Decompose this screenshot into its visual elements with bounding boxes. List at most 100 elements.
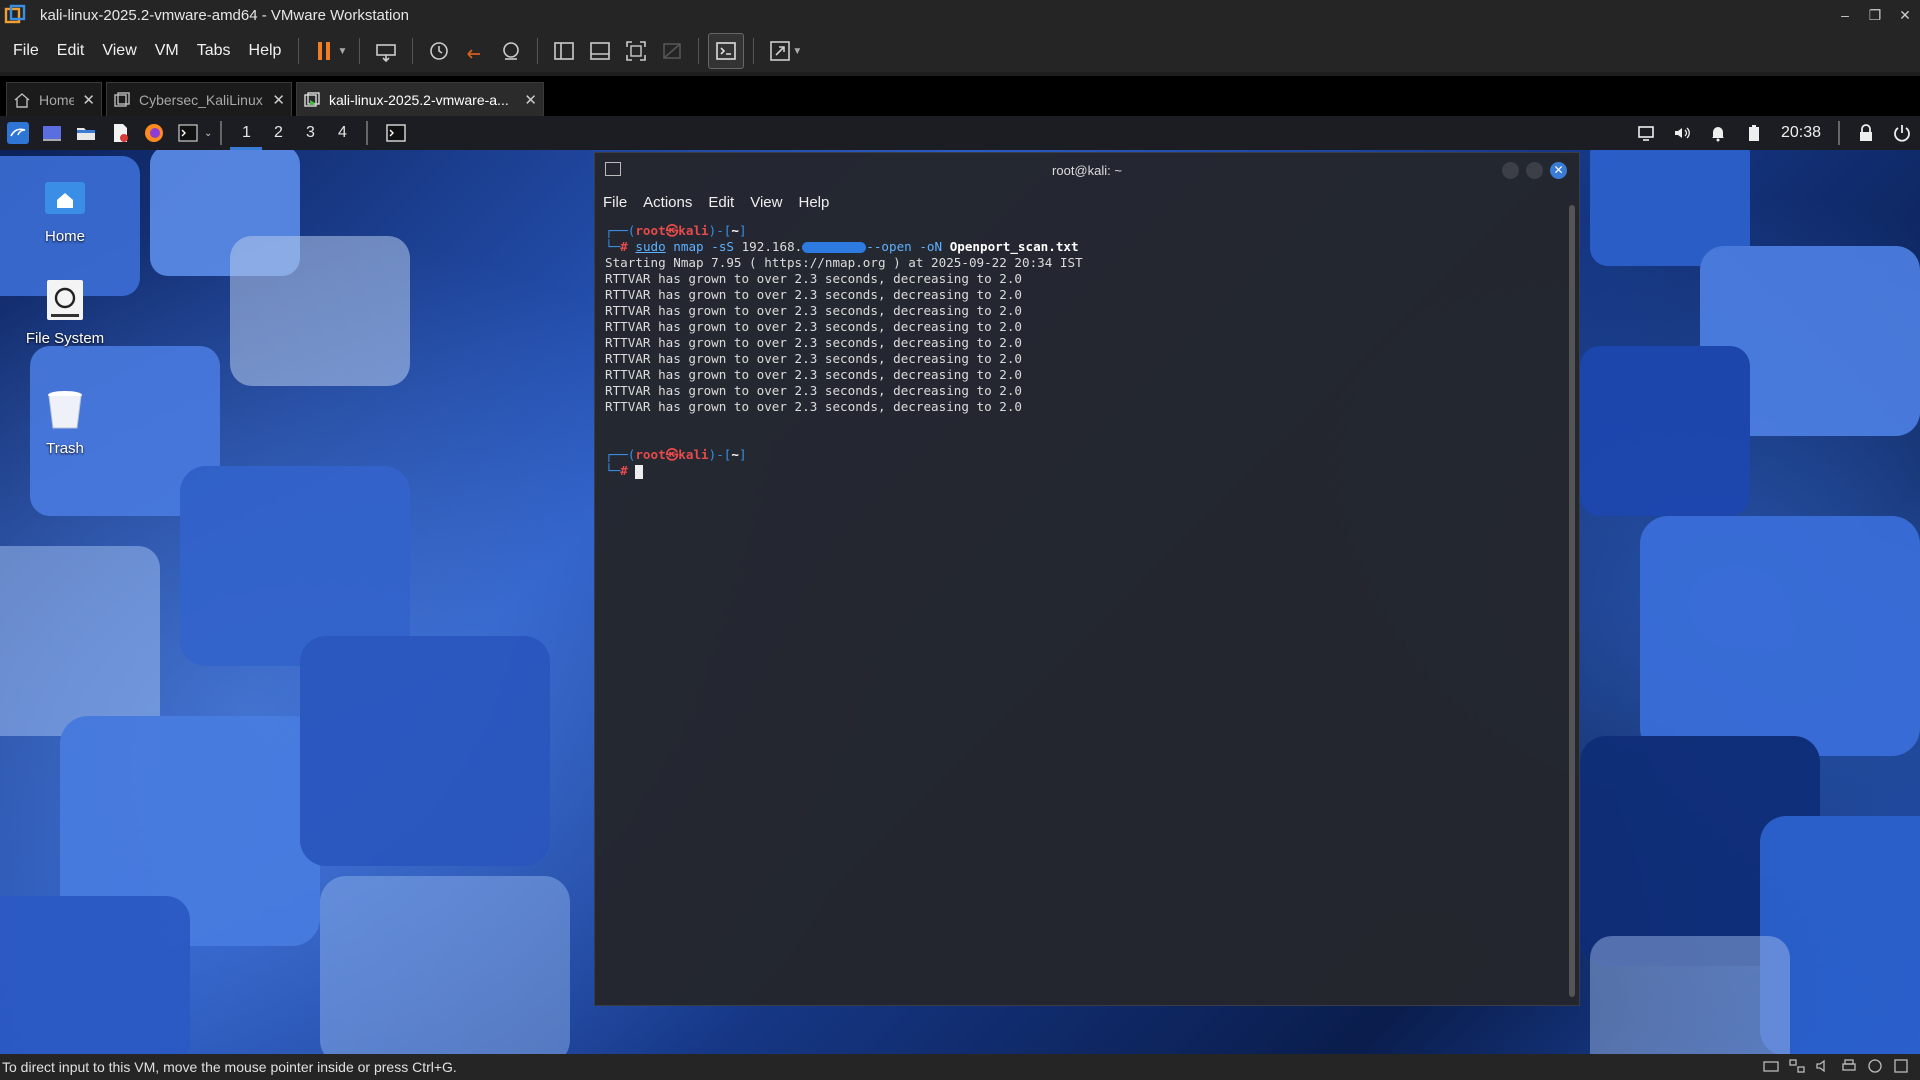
terminal-menu-help[interactable]: Help: [798, 194, 829, 211]
sound-card-icon[interactable]: [1814, 1057, 1834, 1075]
terminal-output[interactable]: ┌──(root㉿kali)-[~] └─# sudo nmap -sS 192.…: [605, 223, 1559, 995]
tab-kali-linux-vm[interactable]: kali-linux-2025.2-vmware-a... ✕: [296, 82, 544, 116]
close-icon[interactable]: ✕: [524, 91, 537, 109]
menu-file[interactable]: File: [4, 36, 48, 66]
terminal-menu-bar: File Actions Edit View Help: [595, 187, 1579, 217]
tab-cybersec-kalilinux[interactable]: Cybersec_KaliLinux ✕: [106, 82, 292, 116]
prompt-line: ┌──(root㉿kali)-[~]: [605, 223, 747, 238]
workspace-1[interactable]: 1: [230, 116, 263, 150]
folder-icon: [77, 128, 95, 140]
terminal-minimize-button[interactable]: [1502, 162, 1519, 179]
workspace-3[interactable]: 3: [294, 116, 326, 150]
hard-disk-icon[interactable]: [1762, 1057, 1782, 1075]
vm-icon: [114, 91, 130, 107]
terminal-menu-file[interactable]: File: [603, 194, 627, 211]
desktop-home-icon[interactable]: Home: [10, 174, 120, 245]
stretch-icon: [770, 41, 791, 61]
display-icon[interactable]: [1637, 124, 1655, 142]
snapshot-manager-button[interactable]: [494, 34, 528, 68]
minimize-icon[interactable]: –: [1830, 0, 1860, 30]
kali-menu-button[interactable]: [4, 119, 32, 147]
lock-icon[interactable]: [1857, 124, 1875, 142]
console-view-button[interactable]: [708, 33, 745, 69]
thumbnail-view-button[interactable]: [583, 34, 617, 68]
show-desktop-button[interactable]: [38, 119, 66, 147]
terminal-scrollbar[interactable]: [1569, 205, 1575, 997]
chevron-down-icon[interactable]: ⌄: [204, 128, 212, 139]
command-line: └─# sudo nmap -sS 192.168. --open -oN Ope…: [605, 239, 1079, 254]
tab-home[interactable]: Home ✕: [6, 82, 102, 116]
trash-icon: [48, 391, 82, 429]
pause-icon: [318, 42, 331, 60]
terminal-title-bar[interactable]: root@kali: ~ ✕: [595, 153, 1579, 187]
desktop-file-system-icon[interactable]: File System: [10, 276, 120, 347]
terminal-menu-actions[interactable]: Actions: [643, 194, 692, 211]
drive-icon: [47, 280, 83, 320]
output-line: RTTVAR has grown to over 2.3 seconds, de…: [605, 271, 1023, 286]
terminal-menu-edit[interactable]: Edit: [708, 194, 734, 211]
restore-icon[interactable]: ❐: [1860, 0, 1890, 30]
revert-snapshot-button[interactable]: [458, 34, 492, 68]
message-log-icon[interactable]: [1892, 1057, 1912, 1075]
toolbar-separator: [537, 38, 539, 64]
pause-dropdown-icon[interactable]: ▼: [337, 46, 347, 57]
usb-device-icon[interactable]: [1866, 1057, 1886, 1075]
kali-top-panel: ⌄ 1 2 3 4 20:38: [0, 116, 1920, 150]
terminal-menu-view[interactable]: View: [750, 194, 782, 211]
menu-tabs[interactable]: Tabs: [188, 36, 240, 66]
output-line: RTTVAR has grown to over 2.3 seconds, de…: [605, 335, 1023, 350]
taskbar-terminal-window[interactable]: [382, 119, 410, 147]
terminal-close-button[interactable]: ✕: [1550, 162, 1567, 179]
close-icon[interactable]: ✕: [272, 91, 285, 109]
output-line: RTTVAR has grown to over 2.3 seconds, de…: [605, 383, 1023, 398]
rttvar-output: RTTVAR has grown to over 2.3 seconds, de…: [605, 271, 1559, 415]
terminal-maximize-button[interactable]: [1526, 162, 1543, 179]
volume-icon[interactable]: [1673, 124, 1691, 142]
window-title: kali-linux-2025.2-vmware-amd64 - VMware …: [40, 6, 410, 24]
close-icon[interactable]: ✕: [1890, 0, 1920, 30]
vm-display[interactable]: ⌄ 1 2 3 4 20:38 Home File System Trash r…: [0, 116, 1920, 1054]
toolbar-separator: [298, 38, 300, 64]
console-icon: [716, 42, 737, 60]
menu-help[interactable]: Help: [240, 36, 291, 66]
output-line: Starting Nmap 7.95 ( https://nmap.org ) …: [605, 255, 1083, 270]
library-view-button[interactable]: [547, 34, 581, 68]
send-ctrl-alt-del-button[interactable]: [369, 34, 403, 68]
terminal-window-icon: [605, 162, 621, 176]
full-screen-button[interactable]: [619, 34, 653, 68]
terminal-launcher[interactable]: [174, 119, 202, 147]
file-manager-launcher[interactable]: [72, 119, 100, 147]
workspace-4[interactable]: 4: [326, 116, 358, 150]
stretch-dropdown-icon[interactable]: ▼: [792, 46, 802, 57]
text-editor-launcher[interactable]: [106, 119, 134, 147]
close-icon[interactable]: ✕: [82, 91, 95, 109]
panel-separator: [1838, 121, 1840, 145]
toolbar-separator: [412, 38, 414, 64]
toolbar-separator: [753, 38, 755, 64]
logout-icon[interactable]: [1893, 124, 1911, 142]
notification-bell-icon[interactable]: [1709, 124, 1727, 142]
workspace-2[interactable]: 2: [262, 116, 294, 150]
unity-button[interactable]: [655, 34, 689, 68]
terminal-window[interactable]: root@kali: ~ ✕ File Actions Edit View He…: [594, 152, 1580, 1006]
snapshot-button[interactable]: [422, 34, 456, 68]
menu-vm[interactable]: VM: [146, 36, 188, 66]
desktop-icon-label: Home: [44, 228, 85, 245]
unity-disabled-icon: [663, 43, 682, 59]
firefox-launcher[interactable]: [140, 119, 168, 147]
snapshot-manager-icon: [503, 42, 520, 60]
network-icon[interactable]: [1788, 1057, 1808, 1075]
revert-icon: [467, 49, 481, 59]
home-icon: [14, 92, 30, 108]
title-bar: kali-linux-2025.2-vmware-amd64 - VMware …: [0, 0, 1920, 30]
printer-icon[interactable]: [1840, 1057, 1860, 1075]
menu-edit[interactable]: Edit: [48, 36, 94, 66]
battery-icon[interactable]: [1745, 124, 1763, 142]
desktop-trash-icon[interactable]: Trash: [10, 386, 120, 457]
menu-bar: File Edit View VM Tabs Help ▼ ▼: [0, 30, 1920, 72]
sidebar-icon: [554, 42, 575, 60]
keyboard-send-icon: [376, 44, 397, 63]
toolbar-separator: [698, 38, 700, 64]
menu-view[interactable]: View: [93, 36, 145, 66]
panel-clock[interactable]: 20:38: [1781, 124, 1821, 142]
